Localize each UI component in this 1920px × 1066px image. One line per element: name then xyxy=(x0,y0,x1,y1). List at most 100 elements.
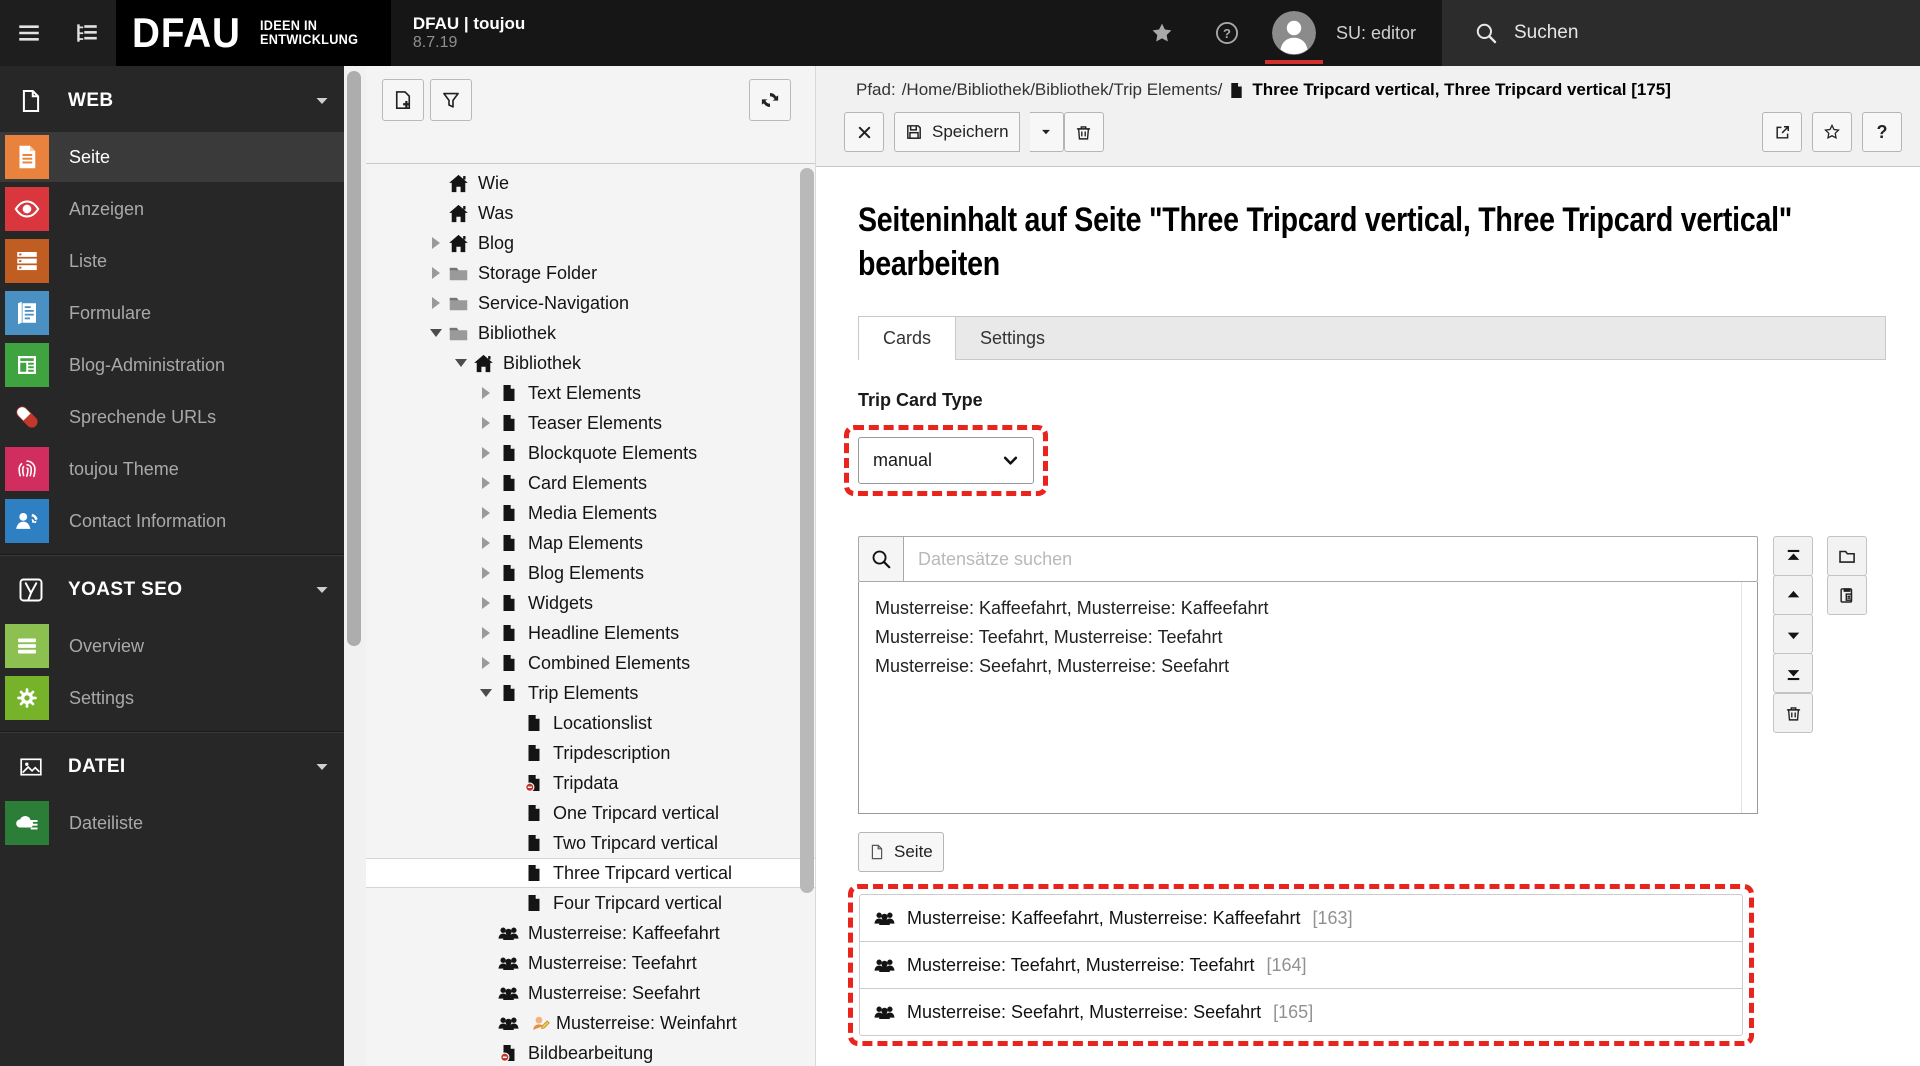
expand-arrow-icon[interactable] xyxy=(474,477,498,489)
expand-arrow-icon[interactable] xyxy=(474,597,498,609)
tree-item-locationslist[interactable]: Locationslist xyxy=(366,708,815,738)
sidebar-section-header-datei[interactable]: DATEI xyxy=(0,738,344,796)
user-menu-button[interactable] xyxy=(1260,0,1328,66)
bookmark-button[interactable] xyxy=(1812,112,1852,152)
expand-arrow-icon[interactable] xyxy=(474,387,498,399)
tree-item-was[interactable]: Was xyxy=(366,198,815,228)
sidebar-item-sprechende-urls[interactable]: Sprechende URLs xyxy=(0,392,344,442)
record-row[interactable]: Musterreise: Teefahrt, Musterreise: Teef… xyxy=(859,941,1743,990)
expand-arrow-icon[interactable] xyxy=(424,267,448,279)
sidebar-item-dateiliste[interactable]: Dateiliste xyxy=(0,798,344,848)
tree-item-three-tripcard-vertical[interactable]: Three Tripcard vertical xyxy=(366,858,815,888)
new-page-button[interactable] xyxy=(382,79,424,121)
help-button[interactable]: ? xyxy=(1194,0,1260,66)
paste-button[interactable] xyxy=(1827,575,1867,616)
sidebar-scrollbar[interactable] xyxy=(347,71,361,646)
tree-item-widgets[interactable]: Widgets xyxy=(366,588,815,618)
expand-arrow-icon[interactable] xyxy=(474,507,498,519)
sidebar-item-anzeigen[interactable]: Anzeigen xyxy=(0,184,344,234)
expand-arrow-icon[interactable] xyxy=(474,627,498,639)
user-name[interactable]: SU: editor xyxy=(1328,0,1442,66)
tree-item-bibliothek[interactable]: Bibliothek xyxy=(366,348,815,378)
tree-item-one-tripcard-vertical[interactable]: One Tripcard vertical xyxy=(366,798,815,828)
refresh-tree-button[interactable] xyxy=(749,79,791,121)
move-to-bottom-button[interactable] xyxy=(1773,653,1813,694)
bookmarks-button[interactable] xyxy=(1130,0,1194,66)
tree-item-musterreise-kaffeefahrt[interactable]: Musterreise: Kaffeefahrt xyxy=(366,918,815,948)
tree-item-teaser-elements[interactable]: Teaser Elements xyxy=(366,408,815,438)
expand-arrow-icon[interactable] xyxy=(424,297,448,309)
sidebar-item-settings[interactable]: Settings xyxy=(0,673,344,723)
tree-scrollbar[interactable] xyxy=(800,168,814,893)
tab-settings[interactable]: Settings xyxy=(956,317,1069,359)
tree-item-storage-folder[interactable]: Storage Folder xyxy=(366,258,815,288)
sidebar-section-header-web[interactable]: WEB xyxy=(0,72,344,130)
tree-item-musterreise-teefahrt[interactable]: Musterreise: Teefahrt xyxy=(366,948,815,978)
sidebar-item-formulare[interactable]: Formulare xyxy=(0,288,344,338)
collapse-arrow-icon[interactable] xyxy=(449,359,473,367)
listbox-option[interactable]: Musterreise: Teefahrt, Musterreise: Teef… xyxy=(875,623,1757,652)
delete-button[interactable] xyxy=(1773,693,1813,734)
move-to-top-button[interactable] xyxy=(1773,536,1813,577)
record-search-input[interactable] xyxy=(903,536,1758,583)
tree-item-blog-elements[interactable]: Blog Elements xyxy=(366,558,815,588)
tree-item-service-navigation[interactable]: Service-Navigation xyxy=(366,288,815,318)
expand-arrow-icon[interactable] xyxy=(424,237,448,249)
expand-arrow-icon[interactable] xyxy=(474,447,498,459)
new-page-record-button[interactable]: Seite xyxy=(858,832,944,873)
tree-item-wie[interactable]: Wie xyxy=(366,168,815,198)
global-search[interactable]: Suchen xyxy=(1442,0,1920,66)
tree-item-musterreise-weinfahrt[interactable]: Musterreise: Weinfahrt xyxy=(366,1008,815,1038)
tree-item-four-tripcard-vertical[interactable]: Four Tripcard vertical xyxy=(366,888,815,918)
tree-item-blockquote-elements[interactable]: Blockquote Elements xyxy=(366,438,815,468)
filter-button[interactable] xyxy=(430,79,472,121)
trip-card-type-select[interactable]: manual xyxy=(858,437,1034,485)
listbox-option[interactable]: Musterreise: Seefahrt, Musterreise: Seef… xyxy=(875,652,1757,681)
save-button[interactable]: Speichern xyxy=(894,112,1020,152)
close-button[interactable] xyxy=(844,112,884,152)
record-uid: [165] xyxy=(1273,1001,1314,1022)
expand-arrow-icon[interactable] xyxy=(474,657,498,669)
tree-item-bibliothek[interactable]: Bibliothek xyxy=(366,318,815,348)
tree-item-media-elements[interactable]: Media Elements xyxy=(366,498,815,528)
delete-button[interactable] xyxy=(1063,112,1104,152)
pagetree-toggle-button[interactable] xyxy=(58,0,116,66)
selected-records-listbox[interactable]: Musterreise: Kaffeefahrt, Musterreise: K… xyxy=(858,582,1758,815)
record-row[interactable]: Musterreise: Seefahrt, Musterreise: Seef… xyxy=(859,988,1743,1037)
tree-item-blog[interactable]: Blog xyxy=(366,228,815,258)
listbox-option[interactable]: Musterreise: Kaffeefahrt, Musterreise: K… xyxy=(875,594,1757,623)
collapse-arrow-icon[interactable] xyxy=(424,329,448,337)
move-up-button[interactable] xyxy=(1773,575,1813,616)
sidebar-item-blog-administration[interactable]: Blog-Administration xyxy=(0,340,344,390)
context-help-button[interactable]: ? xyxy=(1862,112,1902,152)
tree-item-headline-elements[interactable]: Headline Elements xyxy=(366,618,815,648)
collapse-arrow-icon[interactable] xyxy=(474,689,498,697)
tree-item-tripdata[interactable]: Tripdata xyxy=(366,768,815,798)
record-row[interactable]: Musterreise: Kaffeefahrt, Musterreise: K… xyxy=(859,894,1743,943)
sidebar-item-toujou-theme[interactable]: toujou Theme xyxy=(0,444,344,494)
tree-item-text-elements[interactable]: Text Elements xyxy=(366,378,815,408)
tree-item-label: Combined Elements xyxy=(528,652,691,673)
tree-item-bildbearbeitung[interactable]: Bildbearbeitung xyxy=(366,1038,815,1066)
tree-item-combined-elements[interactable]: Combined Elements xyxy=(366,648,815,678)
sidebar-section-header-yoast-seo[interactable]: YOAST SEO xyxy=(0,561,344,619)
expand-arrow-icon[interactable] xyxy=(474,567,498,579)
browse-folder-button[interactable] xyxy=(1827,536,1867,577)
open-in-new-window-button[interactable] xyxy=(1762,112,1802,152)
tree-item-trip-elements[interactable]: Trip Elements xyxy=(366,678,815,708)
tree-item-tripdescription[interactable]: Tripdescription xyxy=(366,738,815,768)
expand-arrow-icon[interactable] xyxy=(474,537,498,549)
save-options-button[interactable] xyxy=(1029,112,1064,152)
tree-item-map-elements[interactable]: Map Elements xyxy=(366,528,815,558)
menu-toggle-button[interactable] xyxy=(0,0,58,66)
tree-item-card-elements[interactable]: Card Elements xyxy=(366,468,815,498)
tab-cards[interactable]: Cards xyxy=(858,316,957,361)
move-down-button[interactable] xyxy=(1773,614,1813,655)
expand-arrow-icon[interactable] xyxy=(474,417,498,429)
sidebar-item-overview[interactable]: Overview xyxy=(0,621,344,671)
tree-item-two-tripcard-vertical[interactable]: Two Tripcard vertical xyxy=(366,828,815,858)
sidebar-item-liste[interactable]: Liste xyxy=(0,236,344,286)
sidebar-item-contact-information[interactable]: Contact Information xyxy=(0,496,344,546)
tree-item-musterreise-seefahrt[interactable]: Musterreise: Seefahrt xyxy=(366,978,815,1008)
sidebar-item-seite[interactable]: Seite xyxy=(0,132,344,182)
